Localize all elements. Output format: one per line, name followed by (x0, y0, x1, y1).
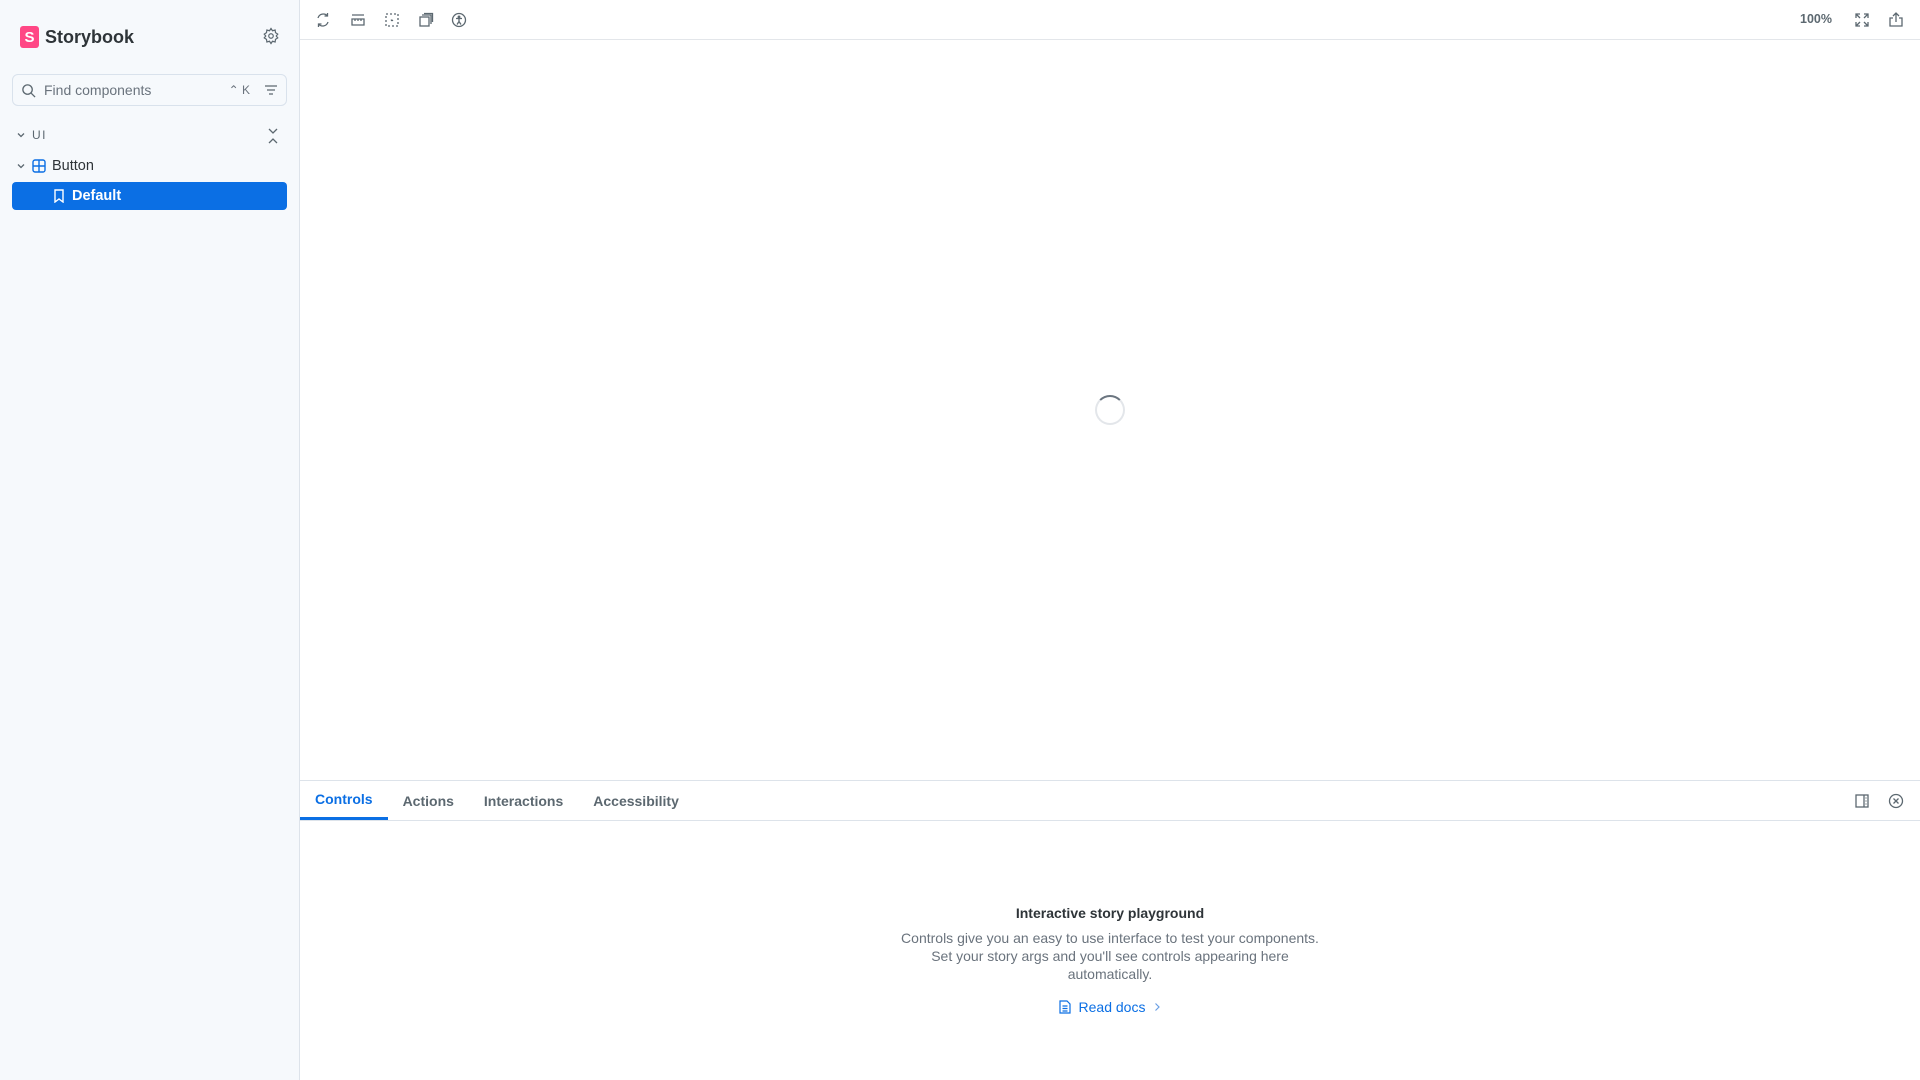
outline-icon[interactable] (383, 11, 401, 29)
bookmark-icon (54, 189, 64, 203)
tree-component-button[interactable]: Button (16, 158, 94, 174)
storybook-logo[interactable]: S Storybook (20, 26, 134, 48)
panel-orientation-icon[interactable] (1853, 792, 1871, 810)
tree-group-ui[interactable]: UI (16, 128, 47, 142)
tab-interactions[interactable]: Interactions (469, 781, 578, 820)
loading-spinner (1095, 395, 1125, 425)
sidebar: S Storybook Find components ⌃ K UI Butto… (0, 0, 300, 1080)
zoom-level[interactable]: 100% (1800, 12, 1832, 26)
controls-empty-state: Interactive story playground Controls gi… (300, 905, 1920, 1019)
group-label: UI (32, 128, 47, 142)
reload-icon[interactable] (314, 11, 332, 29)
document-icon (1058, 1000, 1071, 1014)
accessibility-icon[interactable] (450, 11, 468, 29)
read-docs-label: Read docs (1078, 999, 1146, 1015)
ruler-icon[interactable] (349, 11, 367, 29)
search-shortcut: ⌃ K (228, 83, 250, 97)
tree-story-default[interactable]: Default (12, 182, 287, 210)
panel-tabs: Controls Actions Interactions Accessibil… (300, 781, 1920, 821)
share-icon[interactable] (1887, 11, 1905, 29)
chevron-right-icon (1153, 1002, 1161, 1012)
addons-panel: Controls Actions Interactions Accessibil… (300, 780, 1920, 1080)
close-panel-icon[interactable] (1887, 792, 1905, 810)
component-icon (32, 159, 46, 173)
empty-title: Interactive story playground (1015, 905, 1205, 921)
empty-description: Controls give you an easy to use interfa… (901, 930, 1319, 982)
background-icon[interactable] (417, 11, 435, 29)
brand-name: Storybook (45, 26, 135, 47)
read-docs-link[interactable]: Read docs (1058, 999, 1162, 1015)
story-label: Default (72, 188, 122, 204)
fullscreen-icon[interactable] (1853, 11, 1871, 29)
search-input[interactable]: Find components ⌃ K (12, 74, 287, 106)
toolbar: 100% (300, 0, 1920, 40)
search-placeholder: Find components (44, 82, 152, 98)
settings-gear-icon[interactable] (262, 27, 280, 45)
storybook-icon: S (20, 26, 39, 48)
tab-actions[interactable]: Actions (388, 781, 469, 820)
chevron-down-icon (16, 130, 26, 140)
tab-controls[interactable]: Controls (300, 781, 388, 820)
tab-accessibility[interactable]: Accessibility (578, 781, 694, 820)
chevron-down-icon (16, 161, 26, 171)
filter-icon[interactable] (264, 84, 278, 96)
collapse-all-icon[interactable] (266, 126, 280, 146)
component-label: Button (52, 158, 94, 174)
search-icon (21, 83, 36, 98)
